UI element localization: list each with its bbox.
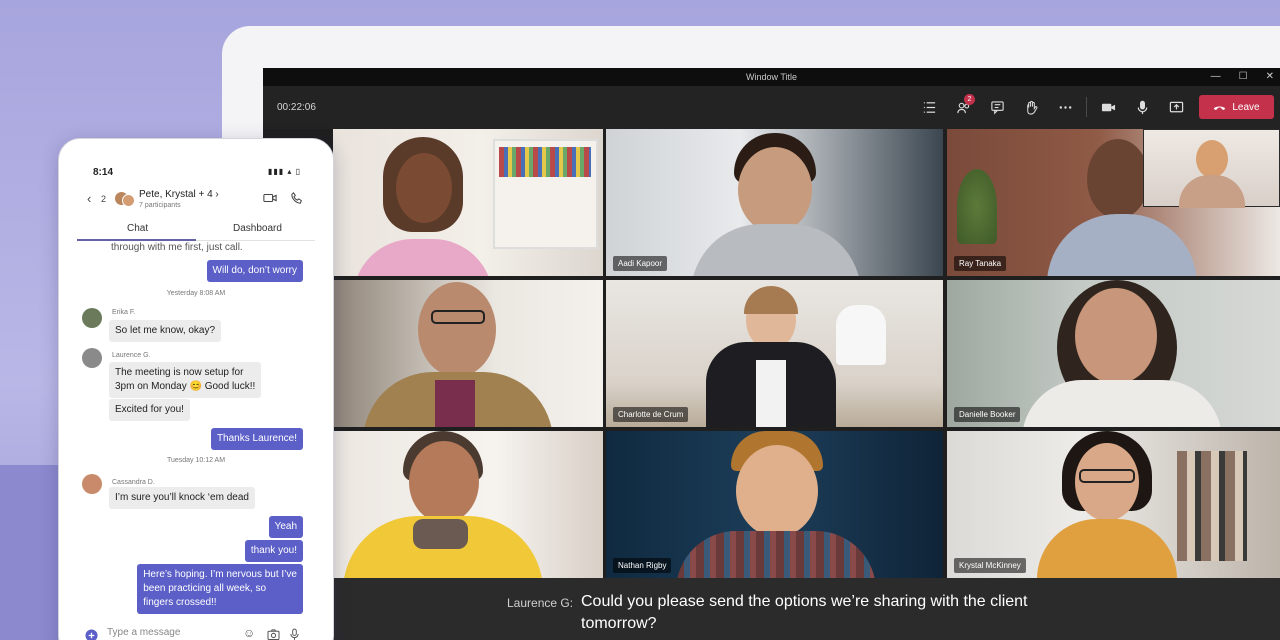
emoji-icon[interactable]: ☺ — [243, 626, 255, 640]
chat-icon[interactable] — [980, 94, 1014, 120]
message-out: Yeah — [268, 516, 303, 538]
message-out: Here’s hoping. I’m nervous but I’ve been… — [137, 564, 303, 614]
message-in: The meeting is now setup for 3pm on Mond… — [109, 362, 262, 398]
video-tile[interactable]: Charlotte de Crum — [606, 280, 943, 427]
minimize-icon[interactable]: — — [1211, 68, 1221, 86]
more-icon[interactable] — [1048, 94, 1082, 120]
maximize-icon[interactable]: ☐ — [1239, 68, 1248, 86]
timestamp: Yesterday 8:08 AM — [166, 290, 226, 297]
camera-icon[interactable] — [267, 629, 280, 640]
participant-name: Ray Tanaka — [954, 256, 1007, 271]
message-out: Thanks Laurence! — [210, 428, 303, 450]
people-icon[interactable]: 2 — [946, 94, 980, 120]
message-partial: through with me first, just call. — [111, 242, 243, 253]
sender-name: Cassandra D. — [112, 479, 155, 486]
participant-name: Krystal McKinney — [954, 558, 1026, 573]
leave-label: Leave — [1232, 101, 1260, 113]
call-timer: 00:22:06 — [277, 102, 316, 113]
sender-name: Laurence G. — [112, 352, 151, 359]
teams-window: Window Title — ☐ ✕ 00:22:06 2 Leave Aadi… — [263, 68, 1280, 640]
message-list: through with me first, just call. Will d… — [77, 242, 315, 622]
leave-button[interactable]: Leave — [1199, 95, 1274, 119]
timestamp: Tuesday 10:12 AM — [166, 457, 226, 464]
participant-name: Aadi Kapoor — [613, 256, 668, 271]
chat-header: ‹ 2 Pete, Krystal + 4 › 7 participants — [77, 187, 315, 217]
share-icon[interactable] — [1159, 94, 1193, 120]
phone-call-icon[interactable] — [291, 192, 303, 204]
add-icon[interactable] — [85, 629, 98, 640]
mic-icon[interactable] — [290, 628, 299, 640]
video-tile[interactable]: Aadi Kapoor — [606, 129, 943, 276]
live-caption: Laurence G: Could you please send the op… — [333, 578, 1280, 640]
back-count: 2 — [101, 194, 107, 204]
raise-hand-icon[interactable] — [1014, 94, 1048, 120]
video-tile[interactable]: Krystal McKinney — [947, 431, 1280, 578]
tab-chat[interactable]: Chat — [127, 223, 148, 234]
video-tile[interactable] — [333, 431, 603, 578]
message-input[interactable]: Type a message — [107, 627, 180, 638]
avatar[interactable] — [82, 308, 102, 328]
video-tile[interactable]: Nathan Rigby — [606, 431, 943, 578]
group-participants: 7 participants — [139, 202, 181, 209]
self-view — [1143, 129, 1280, 208]
message-in: I’m sure you’ll knock ‘em dead — [109, 487, 255, 509]
tab-dashboard[interactable]: Dashboard — [233, 223, 282, 234]
participant-name: Danielle Booker — [954, 407, 1021, 422]
mic-icon[interactable] — [1125, 94, 1159, 120]
avatar[interactable] — [82, 348, 102, 368]
video-tile[interactable] — [333, 280, 603, 427]
chat-tabs: Chat Dashboard — [77, 219, 315, 241]
camera-icon[interactable] — [1091, 94, 1125, 120]
call-toolbar: 00:22:06 2 Leave — [263, 86, 1280, 129]
phone-frame: 8:14 ▮▮▮ ▴ ▯ ‹ 2 Pete, Krystal + 4 › 7 p… — [58, 138, 334, 640]
video-tile[interactable]: Danielle Booker — [947, 280, 1280, 427]
message-in: So let me know, okay? — [109, 320, 222, 342]
avatar[interactable] — [82, 474, 102, 494]
status-time: 8:14 — [93, 167, 114, 178]
group-avatar[interactable] — [115, 190, 135, 210]
close-icon[interactable]: ✕ — [1266, 68, 1274, 86]
participant-name: Nathan Rigby — [613, 558, 672, 573]
video-tile[interactable] — [333, 129, 603, 276]
status-icons: ▮▮▮ ▴ ▯ — [267, 167, 301, 176]
video-call-icon[interactable] — [263, 192, 277, 204]
compose-bar: Type a message ☺ — [77, 621, 315, 640]
sender-name: Erika F. — [112, 309, 136, 316]
video-tile[interactable]: Ray Tanaka — [947, 129, 1280, 276]
message-in: Excited for you! — [109, 399, 190, 421]
group-title[interactable]: Pete, Krystal + 4 › — [139, 189, 219, 200]
list-icon[interactable] — [912, 94, 946, 120]
mobile-chat-screen: 8:14 ▮▮▮ ▴ ▯ ‹ 2 Pete, Krystal + 4 › 7 p… — [77, 139, 315, 640]
caption-text: Could you please send the options we’re … — [581, 593, 1028, 632]
hang-up-icon — [1214, 105, 1226, 110]
message-out: Will do, don’t worry — [206, 260, 303, 282]
message-out: thank you! — [244, 540, 303, 562]
back-icon[interactable]: ‹ — [87, 191, 91, 206]
active-tab-indicator — [77, 239, 196, 241]
window-title: Window Title — [745, 72, 798, 82]
caption-speaker: Laurence G: — [507, 596, 574, 610]
toolbar-divider — [1086, 97, 1087, 117]
participants-badge: 2 — [964, 94, 975, 105]
title-bar: Window Title — ☐ ✕ — [263, 68, 1280, 86]
participant-name: Charlotte de Crum — [613, 407, 689, 422]
